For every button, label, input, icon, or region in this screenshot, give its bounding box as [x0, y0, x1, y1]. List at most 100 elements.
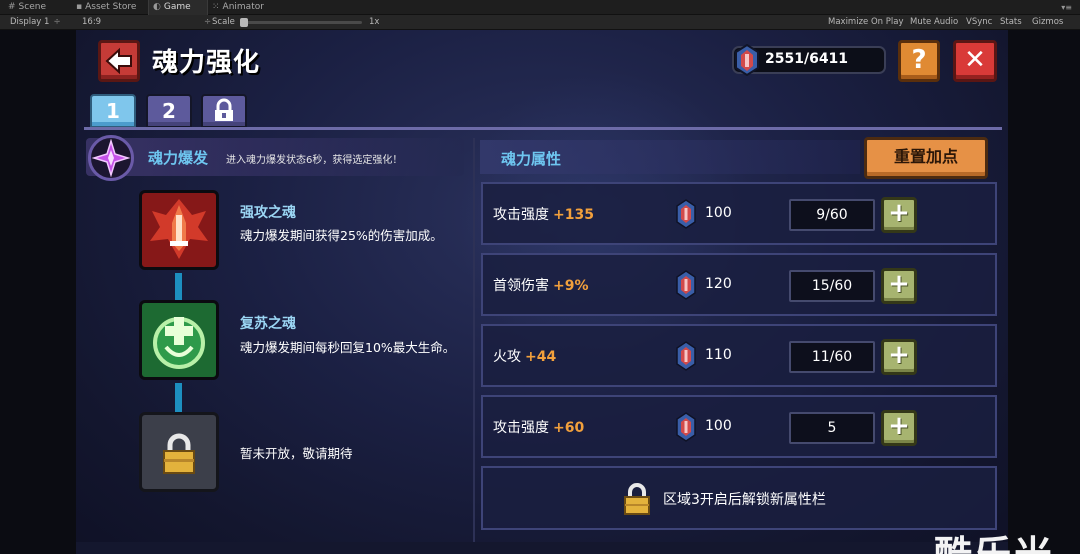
add-point-button[interactable]: +: [881, 339, 917, 375]
skill-connector: [175, 273, 182, 300]
attribute-name: 首领伤害: [493, 278, 549, 294]
attribute-level: 9/60: [789, 199, 875, 231]
chevron-down-icon: ÷: [53, 17, 61, 27]
add-point-button[interactable]: +: [881, 268, 917, 304]
attribute-bonus: +44: [525, 349, 557, 365]
tab-scene[interactable]: # Scene: [4, 0, 72, 15]
tab-page-2[interactable]: 2: [146, 94, 192, 128]
help-button[interactable]: ?: [898, 40, 940, 82]
display-value: Display 1: [10, 17, 50, 27]
scale-slider[interactable]: [242, 21, 362, 24]
skill-slot-revive[interactable]: [139, 300, 219, 380]
burst-name: 魂力爆发: [148, 149, 209, 167]
game-view: 魂力强化 2551/6411 ? ✕ 1 2 魂力爆发 进入魂力爆发状态6秒，获…: [0, 30, 1080, 554]
add-point-button[interactable]: +: [881, 410, 917, 446]
attribute-label: 首领伤害 +9%: [493, 275, 589, 295]
aspect-select[interactable]: 16:9 ÷: [82, 15, 211, 30]
grid-icon: #: [8, 2, 16, 12]
game-toolbar: Display 1 ÷ 16:9 ÷ Scale 1x Maximize On Pl…: [0, 15, 1080, 30]
attribute-level: 15/60: [789, 270, 875, 302]
skill-desc-revive: 魂力爆发期间每秒回复10%最大生命。: [240, 340, 456, 355]
skill-slot-locked: [139, 412, 219, 492]
attribute-cost: 120: [705, 276, 732, 292]
soul-currency-amount: 2551/6411: [765, 51, 849, 67]
locked-row-text: 区域3开启后解锁新属性栏: [663, 492, 826, 508]
page-title: 魂力强化: [152, 48, 261, 78]
skill-desc-power: 魂力爆发期间获得25%的伤害加成。: [240, 228, 443, 243]
attributes-title: 魂力属性: [501, 150, 562, 168]
editor-tab-bar: # Scene ▪ Asset Store ◐ Game ⁙ Animator ▾≡: [0, 0, 1080, 15]
tab-scene-label: Scene: [18, 2, 46, 12]
scale-slider-thumb[interactable]: [240, 18, 248, 27]
attribute-name: 攻击强度: [493, 207, 549, 223]
soul-burst-icon: [88, 135, 134, 181]
attribute-label: 火攻 +44: [493, 346, 556, 366]
skill-connector: [175, 383, 182, 412]
attribute-name: 攻击强度: [493, 420, 549, 436]
burst-description: 进入魂力爆发状态6秒，获得选定强化！: [226, 155, 403, 166]
gamepad-icon: ◐: [153, 2, 161, 12]
scale-value: 1x: [369, 17, 380, 27]
reset-points-button[interactable]: 重置加点: [864, 137, 988, 179]
add-point-button[interactable]: +: [881, 197, 917, 233]
padlock-icon: [624, 483, 650, 515]
tab-game-label: Game: [163, 2, 191, 12]
bag-icon: ▪: [76, 2, 83, 12]
lock-icon: [215, 98, 233, 121]
attribute-label: 攻击强度 +60: [493, 417, 584, 437]
tab-asset-store[interactable]: ▪ Asset Store: [72, 0, 148, 15]
skill-locked-text: 暂未开放，敬请期待: [240, 446, 353, 461]
scale-label: Scale: [212, 17, 235, 27]
soul-gem-icon: [676, 341, 696, 371]
attribute-bonus: +9%: [553, 278, 589, 294]
attribute-label: 攻击强度 +135: [493, 204, 594, 224]
back-button[interactable]: [98, 40, 140, 82]
attribute-level: 5: [789, 412, 875, 444]
attribute-cost: 110: [705, 347, 732, 363]
crystal-star-icon: [91, 138, 131, 178]
watermark-text: 酷乐米: [934, 524, 1054, 554]
attribute-cost: 100: [705, 418, 732, 434]
heal-cross-icon: [153, 317, 205, 369]
more-menu-icon[interactable]: ▾≡: [1061, 0, 1072, 15]
skill-slot-power[interactable]: [139, 190, 219, 270]
close-button[interactable]: ✕: [953, 40, 997, 82]
soul-gem-icon: [735, 44, 759, 76]
attribute-cost: 100: [705, 205, 732, 221]
tab-page-locked[interactable]: [201, 94, 247, 128]
attribute-bonus: +135: [553, 207, 594, 223]
soul-gem-icon: [676, 412, 696, 442]
tab-asset-store-label: Asset Store: [85, 2, 137, 12]
skill-name-power: 强攻之魂: [240, 205, 296, 221]
attribute-name: 火攻: [493, 349, 521, 365]
tab-page-1[interactable]: 1: [90, 94, 136, 128]
display-select[interactable]: Display 1 ÷: [10, 15, 61, 30]
locked-attribute-row: 区域3开启后解锁新属性栏: [481, 466, 997, 530]
soul-gem-icon: [676, 270, 696, 300]
stats-toggle[interactable]: Stats: [1000, 15, 1022, 30]
soul-upgrade-panel: 魂力强化 2551/6411 ? ✕ 1 2 魂力爆发 进入魂力爆发状态6秒，获…: [76, 30, 1008, 554]
attribute-level: 11/60: [789, 341, 875, 373]
tab-animator-label: Animator: [222, 2, 264, 12]
arrow-left-icon: [105, 47, 132, 75]
attribute-bonus: +60: [553, 420, 585, 436]
chevron-down-icon: ÷: [204, 17, 212, 27]
mute-audio-toggle[interactable]: Mute Audio: [910, 15, 958, 30]
maximize-on-play-toggle[interactable]: Maximize On Play: [828, 15, 903, 30]
padlock-icon: [163, 433, 195, 474]
tab-underline: [84, 127, 1002, 130]
vsync-toggle[interactable]: VSync: [966, 15, 992, 30]
attribute-row: 攻击强度 +135 100 9/60 +: [481, 182, 997, 245]
soul-gem-icon: [676, 199, 696, 229]
gizmos-menu[interactable]: Gizmos: [1032, 15, 1063, 30]
aspect-value: 16:9: [82, 17, 102, 27]
attribute-row: 火攻 +44 110 11/60 +: [481, 324, 997, 387]
attribute-row: 攻击强度 +60 100 5 +: [481, 395, 997, 458]
skill-name-revive: 复苏之魂: [240, 316, 296, 332]
animator-icon: ⁙: [212, 2, 220, 12]
flame-sword-icon: [150, 199, 208, 259]
column-divider: [473, 138, 475, 544]
tab-game[interactable]: ◐ Game: [148, 0, 208, 15]
attribute-row: 首领伤害 +9% 120 15/60 +: [481, 253, 997, 316]
tab-animator[interactable]: ⁙ Animator: [208, 0, 288, 15]
